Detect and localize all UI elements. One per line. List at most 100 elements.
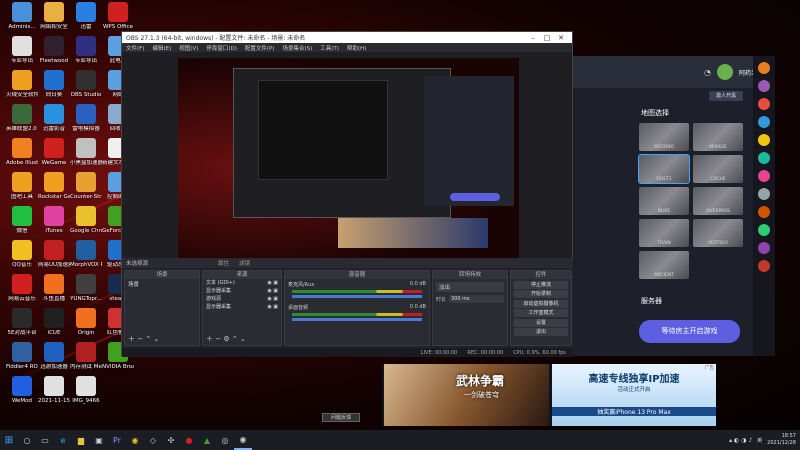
desktop-icon[interactable]: MorphVOX Pro (70, 240, 102, 278)
desktop-icon[interactable]: WeGame (38, 138, 70, 176)
visibility-eye-icon[interactable]: ◉ ▣ (267, 295, 278, 303)
volume-slider[interactable] (292, 318, 422, 321)
edge-icon[interactable]: e (54, 430, 72, 450)
map-tile[interactable]: OVERPASS (693, 187, 743, 215)
start-menu-icon[interactable]: ⊞ (0, 430, 18, 450)
desktop-icon[interactable]: iCUE (38, 308, 70, 346)
desktop-icon[interactable]: 雷电模拟器 (70, 104, 102, 142)
properties-button[interactable]: 属性 (218, 259, 229, 267)
friend-avatar[interactable] (758, 98, 770, 110)
tray-icons[interactable]: ▴ ◐ ◑ ♪ (729, 437, 752, 444)
desktop-icon[interactable]: 2021-11-15 23-09-57 (38, 376, 70, 414)
obs-menu-item[interactable]: 视图(V) (179, 44, 198, 52)
source-item[interactable]: 游戏源 ◉ ▣ (203, 295, 281, 303)
friend-avatar[interactable] (758, 188, 770, 200)
map-tile[interactable]: INFERNO (639, 123, 689, 151)
map-tile[interactable]: VERTIGO (693, 219, 743, 247)
clock[interactable]: 18:57 2021/12/28 (767, 433, 796, 447)
desktop-icon[interactable]: 微信 (6, 206, 38, 244)
desktop-icon[interactable]: Counter-Str Global Off... (70, 172, 102, 210)
friend-avatar[interactable] (758, 260, 770, 272)
visibility-eye-icon[interactable]: ◉ ▣ (267, 303, 278, 311)
map-tile[interactable]: TRAIN (639, 219, 689, 247)
desktop-icon[interactable]: 图吧工具 (6, 172, 38, 210)
desktop-icon[interactable]: 向日葵 (38, 70, 70, 108)
obs-menu-item[interactable]: 文件(F) (126, 44, 144, 52)
desktop-icon[interactable]: Adobe Illustrat... (6, 138, 38, 176)
map-tile[interactable]: ANCIENT (639, 251, 689, 279)
desktop-icon[interactable]: 迅雷影音 (38, 104, 70, 142)
desktop-icon[interactable]: WeMod (6, 376, 38, 414)
app-icon[interactable]: ● (180, 430, 198, 450)
app-icon[interactable]: ◉ (234, 430, 252, 450)
scene-add-controls[interactable]: ＋ − ⌃ ⌄ (128, 334, 159, 344)
friend-avatar[interactable] (758, 170, 770, 182)
obs-menu-item[interactable]: 编辑(E) (152, 44, 171, 52)
store-icon[interactable]: ▣ (90, 430, 108, 450)
friend-avatar[interactable] (758, 206, 770, 218)
desktop-icon[interactable]: 小黑盒加速器 (70, 138, 102, 176)
desktop-icon[interactable]: Origin (70, 308, 102, 346)
desktop-icon[interactable]: Fiddler4 ROG Edit... (6, 342, 38, 380)
maximize-icon[interactable]: □ (540, 34, 554, 42)
desktop-icon[interactable]: Fleetwood (38, 36, 70, 74)
friend-avatar[interactable] (758, 152, 770, 164)
minimize-icon[interactable]: – (526, 34, 540, 42)
desktop-icon[interactable]: IMG_9466 (70, 376, 102, 414)
premiere-icon[interactable]: Pr (108, 430, 126, 450)
filters-button[interactable]: 滤镜 (239, 259, 250, 267)
desktop-icon[interactable]: 网易云音乐 (6, 274, 38, 312)
desktop-icon[interactable]: iTunes (38, 206, 70, 244)
obs-control-button[interactable]: 工作室模式 (514, 309, 568, 317)
game-lobby-window[interactable]: ◔ 阿药兰梅 邀人开黑 地图选择 INFERNO MIRAGE DUST2 CACHE… (573, 56, 773, 356)
obs-preview-canvas[interactable] (178, 58, 519, 278)
desktop-icon[interactable]: 迅雷 (70, 2, 102, 40)
search-icon[interactable]: ○ (18, 430, 36, 450)
obs-control-button[interactable]: 停止推流 (514, 280, 568, 289)
chrome-icon[interactable]: ◉ (126, 430, 144, 450)
obs-taskbar-icon[interactable]: ◎ (216, 430, 234, 450)
app-icon[interactable]: ▲ (198, 430, 216, 450)
obs-control-button[interactable]: 退出 (514, 328, 568, 336)
desktop-icon[interactable]: 网易UU加速器 (38, 240, 70, 278)
desktop-icon[interactable]: Rockstar Games... (38, 172, 70, 210)
obs-window[interactable]: OBS 27.1.3 (64-bit, windows) - 配置文件: 未命名… (121, 31, 574, 357)
scene-item[interactable]: 场景 (125, 279, 199, 289)
friend-avatar[interactable] (758, 116, 770, 128)
source-item[interactable]: 显示器采集 ◉ ▣ (203, 303, 281, 311)
close-icon[interactable]: ✕ (554, 34, 568, 42)
obs-menu-item[interactable]: 停靠窗口(D) (206, 44, 237, 52)
file-explorer-icon[interactable]: ▆ (72, 430, 90, 450)
friend-avatar[interactable] (758, 224, 770, 236)
friend-avatar[interactable] (758, 62, 770, 74)
source-item[interactable]: 显示器采集 ◉ ▣ (203, 287, 281, 295)
ad-left[interactable]: 武林争霸 一剑破苍穹 (384, 364, 549, 426)
desktop-icon[interactable]: 5E对战平台 (6, 308, 38, 346)
map-tile[interactable]: DUST2 (638, 154, 690, 184)
source-item[interactable]: 文本 (GDI+) ◉ ▣ (203, 279, 281, 287)
obs-menu-item[interactable]: 帮助(H) (347, 44, 366, 52)
start-game-button[interactable]: 等待房主开启游戏 (639, 320, 740, 343)
desktop-icon[interactable]: YUNGTopr... (70, 274, 102, 312)
friend-avatar[interactable] (758, 80, 770, 92)
friend-avatar[interactable] (758, 134, 770, 146)
desktop-icon[interactable]: 斗鱼直播 (38, 274, 70, 312)
visibility-eye-icon[interactable]: ◉ ▣ (267, 279, 278, 287)
feedback-button[interactable]: 问题反馈 (322, 413, 360, 422)
app-icon[interactable]: ◇ (144, 430, 162, 450)
obs-titlebar[interactable]: OBS 27.1.3 (64-bit, windows) - 配置文件: 未命名… (122, 32, 572, 43)
desktop-icon[interactable]: OBS Studio (70, 70, 102, 108)
obs-menu-item[interactable]: 场景集合(S) (282, 44, 312, 52)
obs-control-button[interactable]: 开始录制 (514, 290, 568, 298)
obs-menu-item[interactable]: 配置文件(P) (245, 44, 275, 52)
source-add-controls[interactable]: ＋ − ⚙ ⌃ ⌄ (206, 334, 246, 344)
transition-select[interactable]: 淡出 (436, 282, 504, 292)
obs-control-button[interactable]: 设置 (514, 318, 568, 327)
obs-menu-item[interactable]: 工具(T) (320, 44, 339, 52)
desktop-icon[interactable]: QQ音乐 (6, 240, 38, 278)
volume-slider[interactable] (292, 295, 422, 298)
desktop-icon[interactable]: 英雄联盟2.0 Pooliam (6, 104, 38, 142)
user-avatar[interactable] (716, 64, 733, 80)
desktop-icon[interactable]: 迅游加速器 (38, 342, 70, 380)
map-tile[interactable]: CACHE (693, 155, 743, 183)
